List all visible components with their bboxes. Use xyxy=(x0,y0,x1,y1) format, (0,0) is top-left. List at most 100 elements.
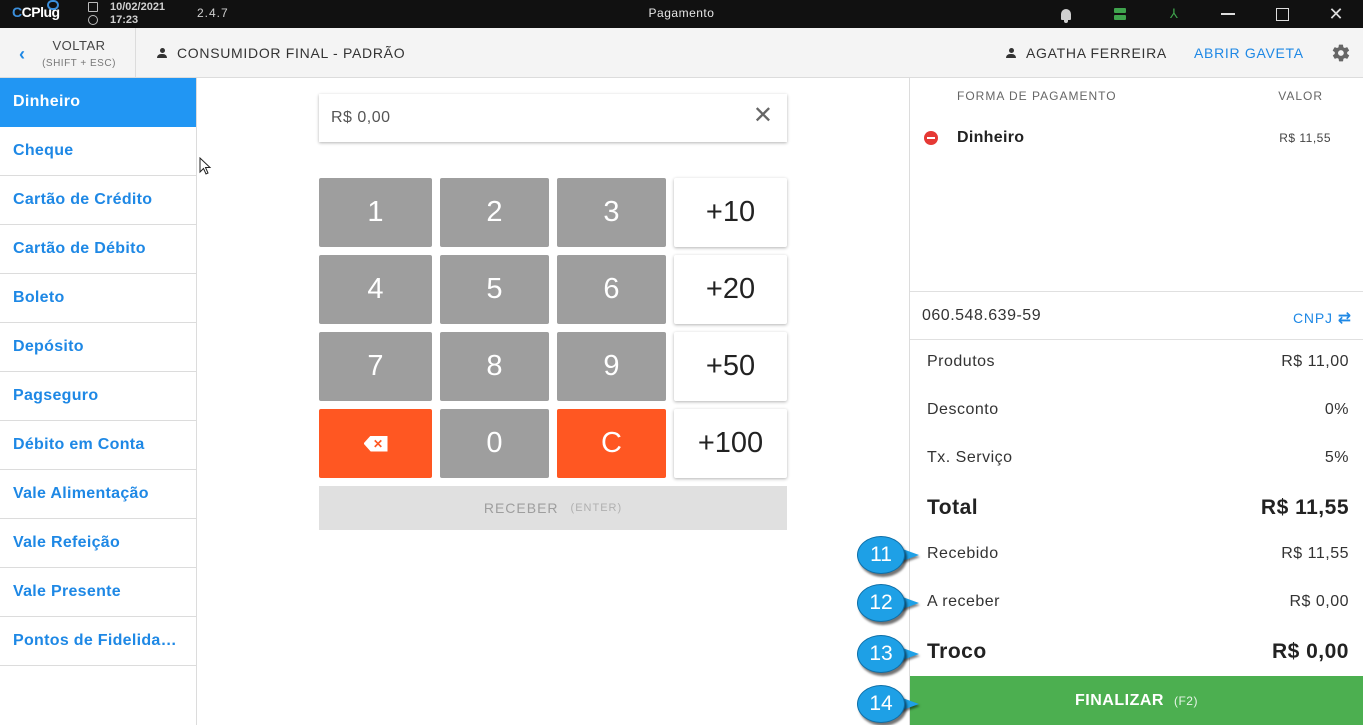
received-value: R$ 11,55 xyxy=(1281,545,1349,562)
key-1[interactable]: 1 xyxy=(319,178,432,247)
notifications-button[interactable] xyxy=(1039,0,1093,28)
callout-number: 13 xyxy=(869,642,893,665)
network-icon: ⅄ xyxy=(1170,6,1178,21)
key-4[interactable]: 4 xyxy=(319,255,432,324)
open-drawer-button[interactable]: ABRIR GAVETA xyxy=(1194,45,1304,61)
time-text: 17:23 xyxy=(110,13,139,26)
receive-shortcut-hint: (ENTER) xyxy=(570,502,623,514)
sidebar-item-vale-presente[interactable]: Vale Presente xyxy=(0,568,196,617)
summary-products: Produtos R$ 11,00 xyxy=(910,353,1363,377)
server-status-button[interactable] xyxy=(1093,0,1147,28)
summary-total: Total R$ 11,55 xyxy=(910,496,1363,520)
received-label: Recebido xyxy=(927,545,999,562)
summary-received: Recebido R$ 11,55 xyxy=(910,545,1363,569)
callout-14: 14 xyxy=(857,685,919,723)
maximize-icon xyxy=(1275,7,1289,21)
key-6[interactable]: 6 xyxy=(557,255,666,324)
document-number[interactable]: 060.548.639-59 xyxy=(922,307,1041,325)
sidebar-item-cheque[interactable]: Cheque xyxy=(0,127,196,176)
sidebar-item-cartao-debito[interactable]: Cartão de Débito xyxy=(0,225,196,274)
swap-icon: ⇄ xyxy=(1337,310,1352,327)
change-value: R$ 0,00 xyxy=(1271,640,1349,663)
to-receive-label: A receber xyxy=(927,593,1000,610)
logo-mark-icon xyxy=(47,0,59,10)
close-button[interactable]: ✕ xyxy=(1309,0,1363,28)
date-text: 10/02/2021 xyxy=(110,0,166,13)
network-status-button[interactable]: ⅄ xyxy=(1147,0,1201,28)
key-7[interactable]: 7 xyxy=(319,332,432,401)
key-3[interactable]: 3 xyxy=(557,178,666,247)
document-row: 060.548.639-59 CNPJ ⇄ xyxy=(910,291,1363,340)
chevron-left-icon: ‹ xyxy=(19,44,25,64)
payment-method-column-header: FORMA DE PAGAMENTO xyxy=(957,89,1117,103)
sidebar-item-vale-refeicao[interactable]: Vale Refeição xyxy=(0,519,196,568)
minimize-button[interactable] xyxy=(1201,0,1255,28)
sidebar-item-vale-alimentacao[interactable]: Vale Alimentação xyxy=(0,470,196,519)
person-icon xyxy=(157,48,167,58)
customer-selector[interactable]: CONSUMIDOR FINAL - PADRÃO xyxy=(157,45,405,61)
service-fee-label: Tx. Serviço xyxy=(927,449,1013,466)
callout-number: 12 xyxy=(869,591,893,614)
sidebar-item-pontos-fidelidade[interactable]: Pontos de Fidelida… xyxy=(0,617,196,666)
callout-12: 12 xyxy=(857,584,919,622)
minimize-icon xyxy=(1221,13,1235,15)
summary-to-receive: A receber R$ 0,00 xyxy=(910,593,1363,617)
key-8[interactable]: 8 xyxy=(440,332,549,401)
payment-row-method: Dinheiro xyxy=(957,129,1025,146)
receive-button[interactable]: RECEBER (ENTER) xyxy=(319,486,787,530)
payment-summary-panel: FORMA DE PAGAMENTO VALOR Dinheiro R$ 11,… xyxy=(909,78,1363,725)
gear-icon[interactable] xyxy=(1331,43,1351,63)
add-10-button[interactable]: +10 xyxy=(674,178,787,247)
products-value: R$ 11,00 xyxy=(1281,353,1349,370)
window-title: Pagamento xyxy=(648,6,715,20)
sidebar-item-cartao-credito[interactable]: Cartão de Crédito xyxy=(0,176,196,225)
version-label: 2.4.7 xyxy=(197,6,229,20)
backspace-button[interactable]: ✕ xyxy=(319,409,432,478)
to-receive-value: R$ 0,00 xyxy=(1289,593,1349,610)
total-value: R$ 11,55 xyxy=(1260,496,1349,519)
mouse-cursor-icon xyxy=(199,157,212,175)
receive-label: RECEBER xyxy=(483,500,559,516)
back-label: VOLTAR xyxy=(52,38,106,53)
add-100-button[interactable]: +100 xyxy=(674,409,787,478)
document-type-toggle[interactable]: CNPJ ⇄ xyxy=(1293,308,1352,328)
server-icon xyxy=(1114,8,1126,20)
discount-value: 0% xyxy=(1324,401,1349,418)
key-5[interactable]: 5 xyxy=(440,255,549,324)
title-bar: CCPlug 10/02/2021 17:23 2.4.7 Pagamento … xyxy=(0,0,1363,28)
clear-amount-icon[interactable]: ✕ xyxy=(753,104,773,128)
callout-number: 14 xyxy=(869,692,893,715)
clear-button[interactable]: C xyxy=(557,409,666,478)
customer-name: CONSUMIDOR FINAL - PADRÃO xyxy=(177,45,406,61)
key-0[interactable]: 0 xyxy=(440,409,549,478)
maximize-button[interactable] xyxy=(1255,0,1309,28)
sidebar-item-pagseguro[interactable]: Pagseguro xyxy=(0,372,196,421)
amount-input[interactable]: R$ 0,00 ✕ xyxy=(319,94,787,142)
sidebar-item-boleto[interactable]: Boleto xyxy=(0,274,196,323)
back-button[interactable]: ‹ VOLTAR (SHIFT + ESC) xyxy=(0,28,136,78)
finalize-button[interactable]: FINALIZAR (F2) xyxy=(910,676,1363,725)
summary-change: Troco R$ 0,00 xyxy=(910,640,1363,664)
sidebar-item-debito-conta[interactable]: Débito em Conta xyxy=(0,421,196,470)
payment-methods-sidebar: Dinheiro Cheque Cartão de Crédito Cartão… xyxy=(0,78,197,725)
datetime: 10/02/2021 17:23 xyxy=(88,0,165,26)
sidebar-item-dinheiro[interactable]: Dinheiro xyxy=(0,78,196,127)
callout-number: 11 xyxy=(870,543,892,566)
add-50-button[interactable]: +50 xyxy=(674,332,787,401)
total-label: Total xyxy=(927,496,979,519)
key-2[interactable]: 2 xyxy=(440,178,549,247)
change-label: Troco xyxy=(927,640,987,663)
clock-icon xyxy=(88,14,98,25)
bell-icon xyxy=(1061,8,1071,23)
discount-label: Desconto xyxy=(927,401,999,418)
add-20-button[interactable]: +20 xyxy=(674,255,787,324)
titlebar-controls: ⅄ ✕ xyxy=(1039,0,1363,28)
document-type-label: CNPJ xyxy=(1293,310,1333,326)
callout-11: 11 xyxy=(857,536,919,574)
key-9[interactable]: 9 xyxy=(557,332,666,401)
back-shortcut-hint: (SHIFT + ESC) xyxy=(42,58,116,69)
sidebar-item-deposito[interactable]: Depósito xyxy=(0,323,196,372)
operator-name: AGATHA FERREIRA xyxy=(1026,45,1167,61)
close-icon: ✕ xyxy=(1328,4,1344,24)
remove-payment-icon[interactable] xyxy=(924,131,938,145)
